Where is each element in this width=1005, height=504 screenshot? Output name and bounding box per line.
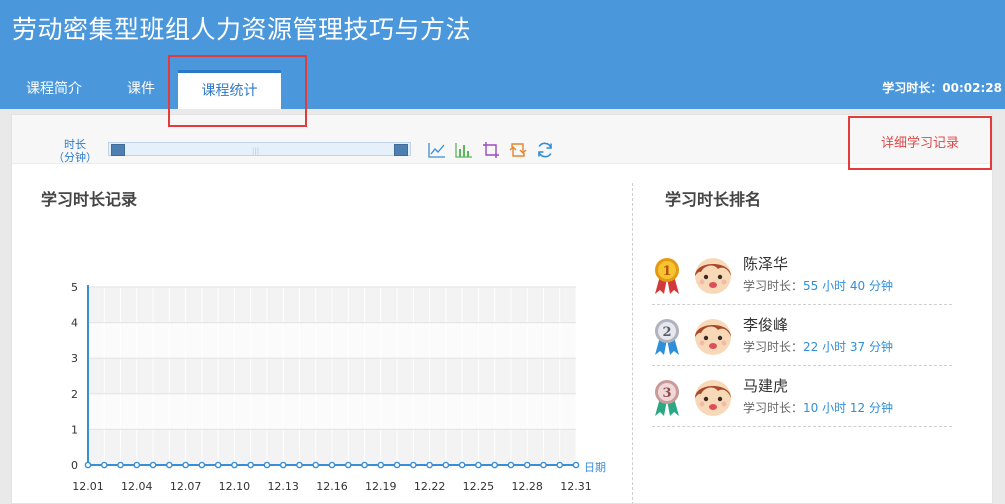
x-tick-label: 12.07	[170, 480, 202, 493]
y-axis-name: 时长 （分钟）	[50, 138, 100, 164]
zoom-grip-icon: |||	[252, 147, 260, 155]
zoom-select-icon[interactable]	[482, 141, 500, 159]
data-point	[231, 461, 238, 469]
rank-study-time: 学习时长：10 小时 12 分钟	[743, 399, 893, 416]
y-tick-label: 2	[71, 388, 78, 401]
study-time-readout: 学习时长：00:02:28	[882, 79, 1002, 96]
data-point	[344, 461, 352, 469]
refresh-icon[interactable]	[536, 141, 554, 159]
avatar	[695, 319, 731, 355]
rank-study-time-label: 学习时长：	[743, 279, 804, 293]
data-point	[572, 461, 580, 469]
rank-name: 马建虎	[743, 377, 789, 395]
x-axis-name: 日期	[584, 461, 606, 474]
data-point	[296, 461, 303, 469]
data-point	[556, 461, 564, 469]
rank-study-time-value: 10 小时 12 分钟	[803, 401, 893, 415]
y-tick-label: 1	[71, 423, 78, 436]
x-tick-label: 12.31	[560, 480, 592, 493]
data-point	[198, 461, 206, 469]
data-point	[393, 461, 401, 469]
y-tick-label: 0	[71, 459, 78, 472]
data-point	[214, 461, 222, 469]
x-tick-label: 12.01	[72, 480, 104, 493]
x-tick-label: 12.28	[511, 480, 543, 493]
data-point	[328, 461, 336, 469]
data-point	[475, 461, 482, 469]
data-point	[507, 461, 515, 469]
data-point	[410, 461, 417, 469]
rank-study-time-value: 55 小时 40 分钟	[803, 279, 893, 293]
rank-study-time-label: 学习时长：	[743, 401, 804, 415]
y-axis-name-line1: 时长	[64, 138, 86, 151]
rank-study-time: 学习时长：55 小时 40 分钟	[743, 277, 893, 294]
avatar	[695, 380, 731, 416]
data-point	[442, 461, 450, 469]
data-point	[361, 461, 368, 469]
data-point	[377, 461, 385, 469]
data-point	[263, 461, 271, 469]
zoom-handle-right[interactable]	[394, 144, 408, 156]
rank-study-time: 学习时长：22 小时 37 分钟	[743, 338, 893, 355]
detail-record-link[interactable]: 详细学习记录	[881, 132, 959, 151]
zoom-handle-left[interactable]	[111, 144, 125, 156]
x-tick-label: 12.25	[463, 480, 495, 493]
tab-course-stats[interactable]: 课程统计	[178, 70, 281, 109]
data-point	[117, 461, 124, 469]
data-point	[540, 461, 547, 469]
tab-courseware[interactable]: 课件	[110, 70, 172, 109]
rank-number: 1	[662, 264, 671, 279]
rank-name: 李俊峰	[743, 316, 789, 334]
rank-medal-icon: 1	[655, 258, 679, 294]
rank-number: 3	[662, 386, 671, 401]
y-tick-label: 3	[71, 352, 78, 365]
y-axis-name-line2: （分钟）	[53, 151, 97, 164]
data-point	[100, 461, 108, 469]
data-point	[133, 461, 141, 469]
tab-course-intro[interactable]: 课程简介	[14, 70, 94, 109]
data-point	[312, 461, 320, 469]
rank-study-time-label: 学习时长：	[743, 340, 804, 354]
ranking-item: 1 陈泽华学习时长：55 小时 40 分钟	[652, 244, 952, 305]
data-point	[84, 461, 92, 469]
rank-number: 2	[662, 325, 671, 340]
data-zoom-slider[interactable]: |||	[108, 142, 411, 156]
study-time-label: 学习时长：	[882, 81, 943, 95]
y-tick-label: 5	[71, 281, 78, 294]
data-point	[458, 461, 466, 469]
study-time-chart: 0 1 2 3 4 5 12.01 12.04 12.07 12.10 12.13 12.16 12.1…	[71, 281, 606, 493]
x-tick-label: 12.13	[267, 480, 299, 493]
rank-name: 陈泽华	[743, 255, 789, 273]
x-tick-label: 12.16	[316, 480, 348, 493]
ranking-item: 2 李俊峰学习时长：22 小时 37 分钟	[652, 305, 952, 366]
x-tick-label: 12.10	[219, 480, 251, 493]
ranking-item: 3 马建虎学习时长：10 小时 12 分钟	[652, 366, 952, 427]
panel-toolbar: 详细学习记录	[12, 115, 992, 164]
data-point	[166, 461, 173, 469]
data-point	[149, 461, 157, 469]
rank-study-time-value: 22 小时 37 分钟	[803, 340, 893, 354]
data-point	[523, 461, 531, 469]
data-point	[491, 461, 498, 469]
rank-medal-icon: 2	[655, 319, 679, 355]
section-divider	[632, 183, 633, 504]
study-time-value: 00:02:28	[942, 81, 1002, 95]
bar-chart-icon[interactable]	[455, 141, 473, 159]
study-ranking-title: 学习时长排名	[665, 190, 762, 209]
x-tick-label: 12.04	[121, 480, 153, 493]
course-title: 劳动密集型班组人力资源管理技巧与方法	[12, 15, 472, 44]
zoom-reset-icon[interactable]	[509, 141, 527, 159]
data-point	[279, 461, 287, 469]
y-tick-label: 4	[71, 317, 78, 330]
course-header: 劳动密集型班组人力资源管理技巧与方法 课程简介 课件 课程统计 学习时长：00:…	[0, 0, 1005, 109]
data-point	[426, 461, 433, 469]
data-point	[182, 461, 189, 469]
avatar	[695, 258, 731, 294]
rank-medal-icon: 3	[655, 380, 679, 416]
line-chart-icon[interactable]	[428, 141, 446, 159]
data-point	[247, 461, 254, 469]
x-tick-label: 12.22	[414, 480, 446, 493]
x-tick-label: 12.19	[365, 480, 397, 493]
